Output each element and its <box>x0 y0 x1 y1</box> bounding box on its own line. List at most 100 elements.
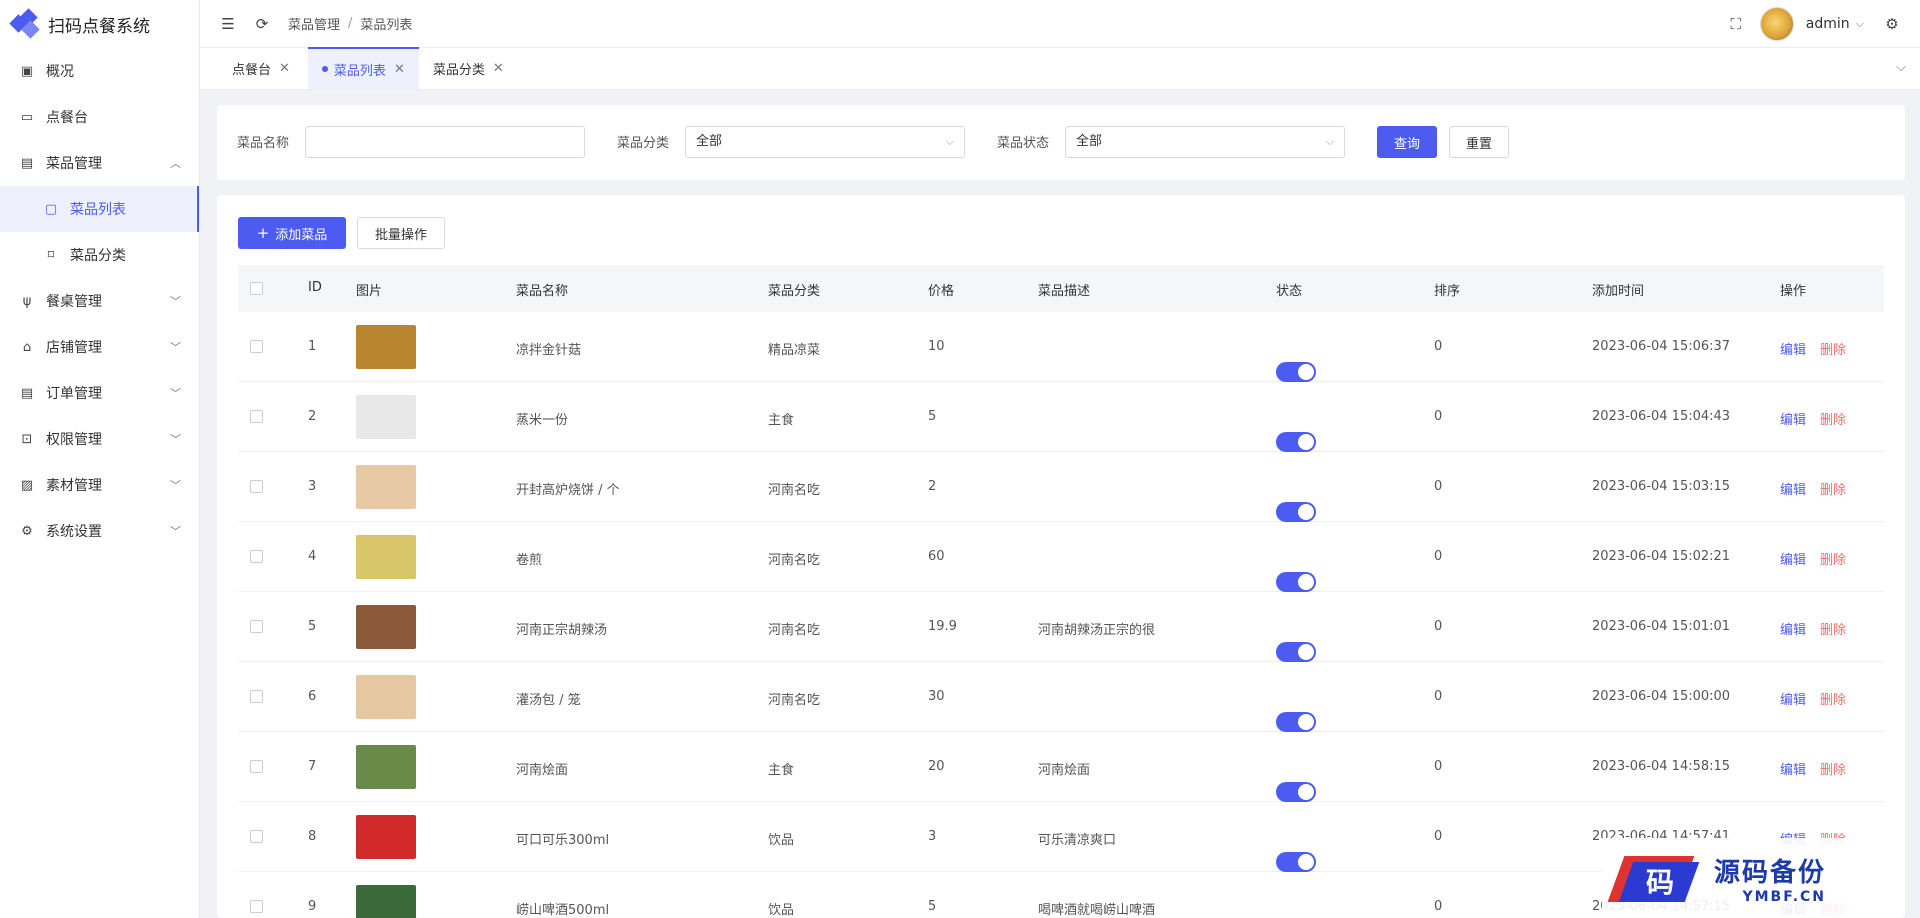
cell-desc: 可乐清凉爽口 <box>1038 833 1117 848</box>
sidebar-item[interactable]: ⚙ 系统设置 ﹀ <box>0 508 199 554</box>
sidebar-item[interactable]: ⌂ 店铺管理 ﹀ <box>0 324 199 370</box>
edit-link[interactable]: 编辑 <box>1780 693 1806 708</box>
row-checkbox[interactable] <box>250 410 263 423</box>
status-select-value: 全部 <box>1076 134 1103 149</box>
cell-time: 2023-06-04 15:03:15 <box>1592 479 1731 494</box>
sidebar-item[interactable]: ψ 餐桌管理 ﹀ <box>0 278 199 324</box>
cell-name: 可口可乐300ml <box>516 833 610 848</box>
delete-link[interactable]: 删除 <box>1820 343 1846 358</box>
cell-price: 3 <box>928 829 937 844</box>
cell-name: 灌汤包 / 笼 <box>516 693 581 708</box>
app-title: 扫码点餐系统 <box>48 16 150 37</box>
chevron-down-icon[interactable]: ⌵ <box>1856 17 1864 31</box>
refresh-icon[interactable]: ⟳ <box>254 15 270 33</box>
delete-link[interactable]: 删除 <box>1820 623 1846 638</box>
edit-link[interactable]: 编辑 <box>1780 553 1806 568</box>
row-checkbox[interactable] <box>250 760 263 773</box>
edit-link[interactable]: 编辑 <box>1780 623 1806 638</box>
app-logo[interactable]: 扫码点餐系统 <box>0 0 199 48</box>
cell-category: 饮品 <box>768 833 795 848</box>
dish-name-input[interactable] <box>305 126 585 158</box>
batch-operation-button[interactable]: 批量操作 <box>357 217 445 249</box>
status-toggle[interactable] <box>1276 501 1316 522</box>
dish-image <box>356 395 416 439</box>
sidebar-item[interactable]: ▭ 点餐台 <box>0 94 199 140</box>
edit-link[interactable]: 编辑 <box>1780 413 1806 428</box>
status-toggle[interactable] <box>1276 711 1316 732</box>
table-body: 1 凉拌金针菇 精品凉菜 10 0 2023-06-04 15:06:37 编辑 删除 2 蒸米一… <box>238 312 1884 918</box>
row-checkbox[interactable] <box>250 340 263 353</box>
username[interactable]: admin <box>1806 16 1850 32</box>
status-toggle[interactable] <box>1276 641 1316 662</box>
delete-link[interactable]: 删除 <box>1820 553 1846 568</box>
delete-link[interactable]: 删除 <box>1820 763 1846 778</box>
avatar[interactable] <box>1759 7 1794 41</box>
status-toggle[interactable] <box>1276 851 1316 872</box>
sidebar-item[interactable]: ▣ 概况 <box>0 48 199 94</box>
column-header: 价格 <box>928 284 955 299</box>
query-button[interactable]: 查询 <box>1377 126 1437 158</box>
status-select[interactable]: 全部 ⌵ <box>1065 126 1345 158</box>
edit-link[interactable]: 编辑 <box>1780 343 1806 358</box>
tab-dish-category[interactable]: 菜品分类 ✕ <box>419 47 518 89</box>
row-actions: 编辑删除 <box>1780 339 1846 358</box>
cell-name: 卷煎 <box>516 553 543 568</box>
delete-link[interactable]: 删除 <box>1820 483 1846 498</box>
column-header: 菜品名称 <box>516 284 569 299</box>
breadcrumb-item: 菜品列表 <box>360 18 413 33</box>
edit-link[interactable]: 编辑 <box>1780 763 1806 778</box>
row-checkbox[interactable] <box>250 480 263 493</box>
cell-id: 6 <box>308 689 317 704</box>
table-row: 4 卷煎 河南名吃 60 0 2023-06-04 15:02:21 编辑 删除 <box>238 522 1884 592</box>
breadcrumb-item[interactable]: 菜品管理 <box>288 14 340 33</box>
tab-ordering[interactable]: 点餐台 ✕ <box>218 47 304 89</box>
tab-dish-list[interactable]: 菜品列表 ✕ <box>307 47 419 89</box>
sidebar-item[interactable]: ⊡ 权限管理 ﹀ <box>0 416 199 462</box>
row-checkbox[interactable] <box>250 620 263 633</box>
cell-price: 60 <box>928 549 945 564</box>
row-checkbox[interactable] <box>250 690 263 703</box>
close-icon[interactable]: ✕ <box>394 62 405 77</box>
dish-image <box>356 535 416 579</box>
cell-price: 5 <box>928 899 937 914</box>
lock-icon: ⊡ <box>21 431 33 447</box>
delete-link[interactable]: 删除 <box>1820 413 1846 428</box>
cell-id: 9 <box>308 899 317 914</box>
cell-price: 19.9 <box>928 619 957 634</box>
gear-icon[interactable]: ⚙ <box>1884 15 1900 33</box>
status-toggle[interactable] <box>1276 361 1316 382</box>
row-checkbox[interactable] <box>250 830 263 843</box>
delete-link[interactable]: 删除 <box>1820 693 1846 708</box>
document-icon: ▤ <box>20 385 34 401</box>
dish-table-card: + 添加菜品 批量操作 ID 图片 菜品名称 菜品分类 价格 菜品描述 状态 排… <box>217 195 1905 918</box>
category-select[interactable]: 全部 ⌵ <box>685 126 965 158</box>
breadcrumb-separator: / <box>348 16 353 31</box>
edit-link[interactable]: 编辑 <box>1780 483 1806 498</box>
watermark-glyph: 码 <box>1645 866 1674 899</box>
add-dish-button[interactable]: + 添加菜品 <box>238 217 346 249</box>
cell-price: 5 <box>928 409 937 424</box>
sidebar-item[interactable]: ▤ 菜品管理 ︿ <box>0 140 199 186</box>
select-all-checkbox[interactable] <box>250 282 263 295</box>
status-toggle[interactable] <box>1276 781 1316 802</box>
fullscreen-icon[interactable]: ⛶ <box>1728 15 1744 33</box>
sidebar-item[interactable]: ⌑ 菜品分类 <box>0 232 199 278</box>
tab-label: 菜品分类 <box>432 62 485 78</box>
cell-id: 5 <box>308 619 317 634</box>
row-checkbox[interactable] <box>250 550 263 563</box>
close-icon[interactable]: ✕ <box>279 61 290 76</box>
cell-sort: 0 <box>1434 619 1443 634</box>
watermark-logo: 码 源码备份 YMBF.CN <box>1602 838 1902 918</box>
sidebar-item[interactable]: ▢ 菜品列表 <box>0 186 199 232</box>
logo-icon <box>9 8 40 39</box>
row-checkbox[interactable] <box>250 900 263 913</box>
chevron-down-icon[interactable]: ⌵ <box>1896 60 1906 75</box>
status-toggle[interactable] <box>1276 431 1316 452</box>
sidebar-item[interactable]: ▨ 素材管理 ﹀ <box>0 462 199 508</box>
reset-button[interactable]: 重置 <box>1449 126 1509 158</box>
collapse-menu-icon[interactable]: ☰ <box>220 15 236 33</box>
status-toggle[interactable] <box>1276 571 1316 592</box>
sidebar-item[interactable]: ▤ 订单管理 ﹀ <box>0 370 199 416</box>
close-icon[interactable]: ✕ <box>493 61 504 76</box>
menu-icon: ▤ <box>20 155 34 171</box>
